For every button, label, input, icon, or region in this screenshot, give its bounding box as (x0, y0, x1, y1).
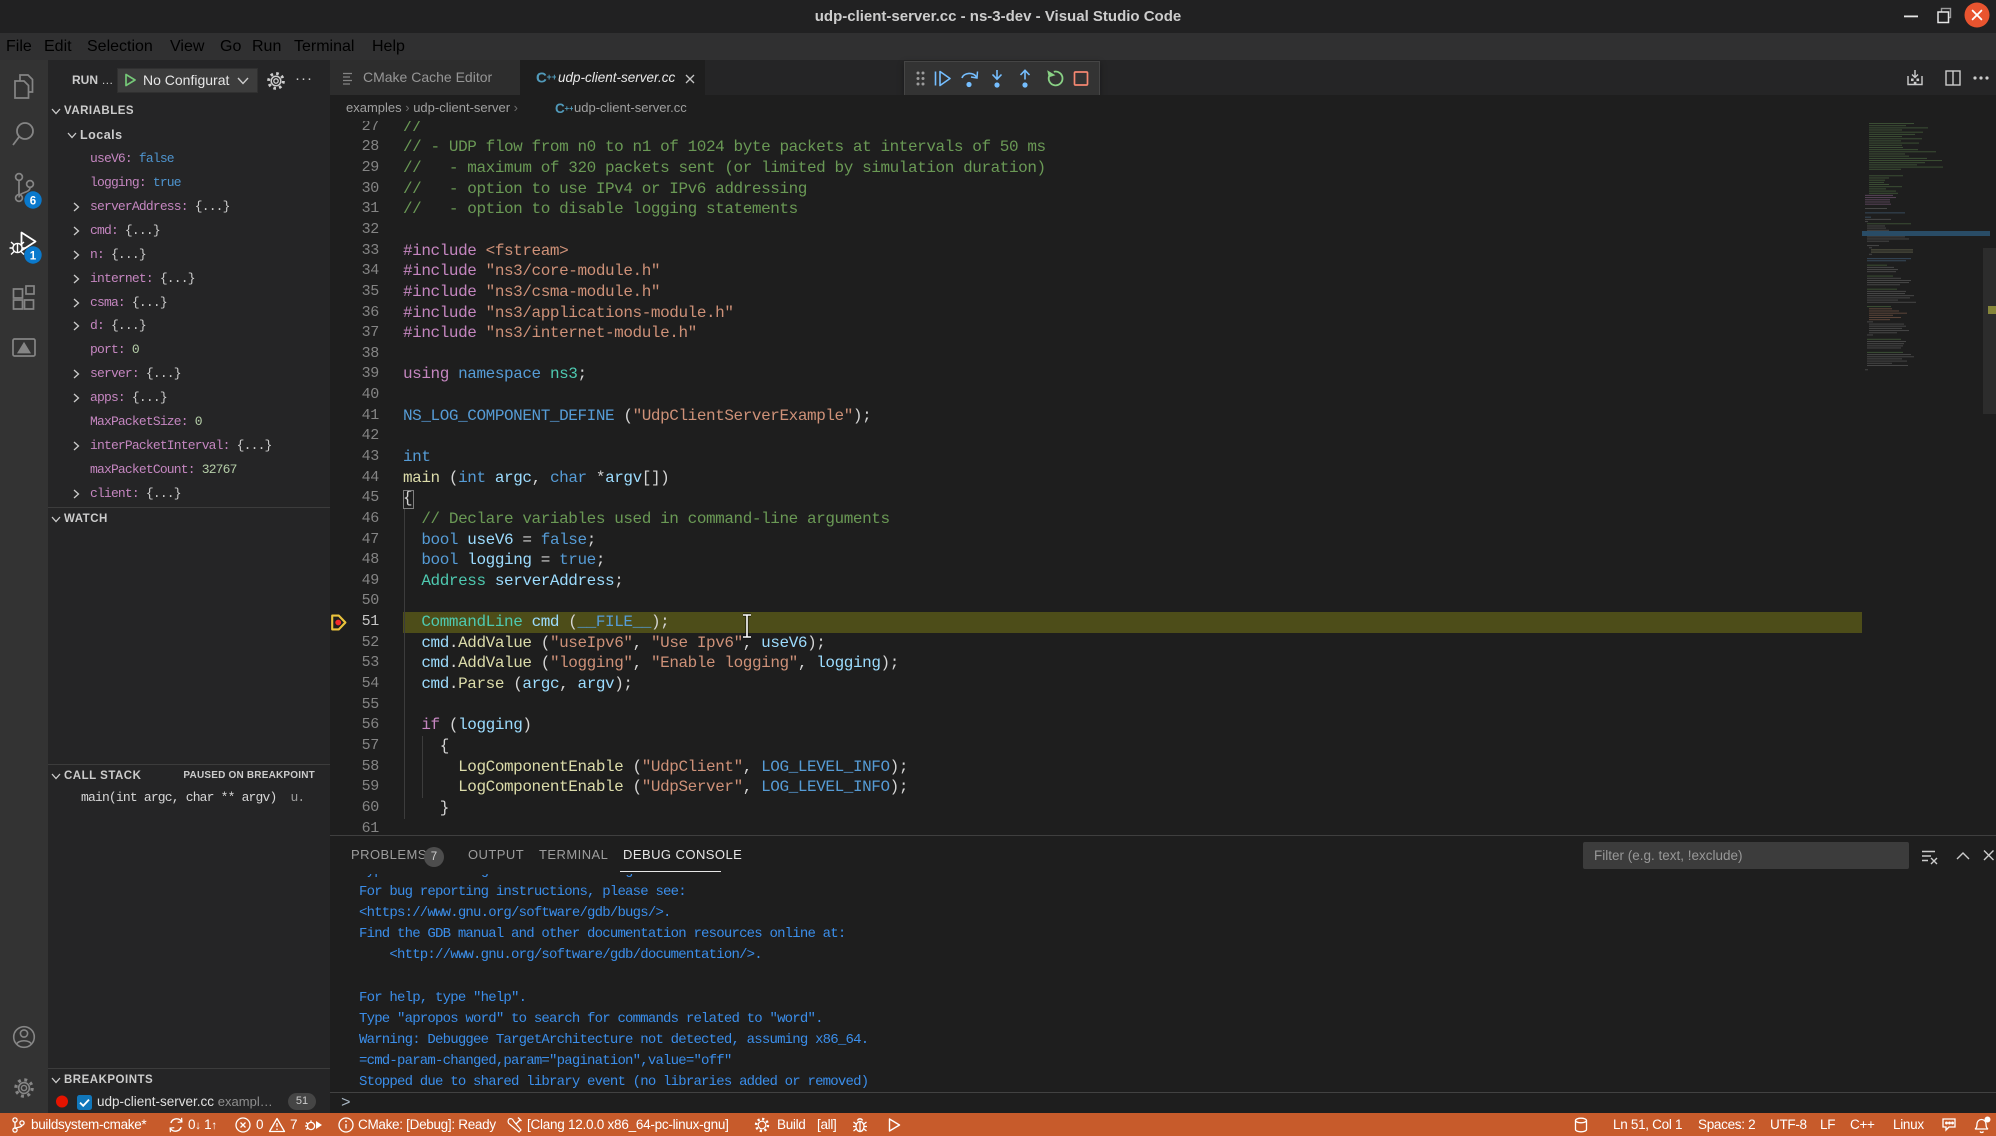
svg-text:C: C (555, 101, 565, 116)
svg-text:C: C (536, 70, 547, 87)
svg-text:6: 6 (30, 196, 36, 208)
svg-text:++: ++ (565, 104, 574, 113)
svg-text:1: 1 (30, 251, 37, 263)
svg-text:++: ++ (547, 72, 557, 82)
